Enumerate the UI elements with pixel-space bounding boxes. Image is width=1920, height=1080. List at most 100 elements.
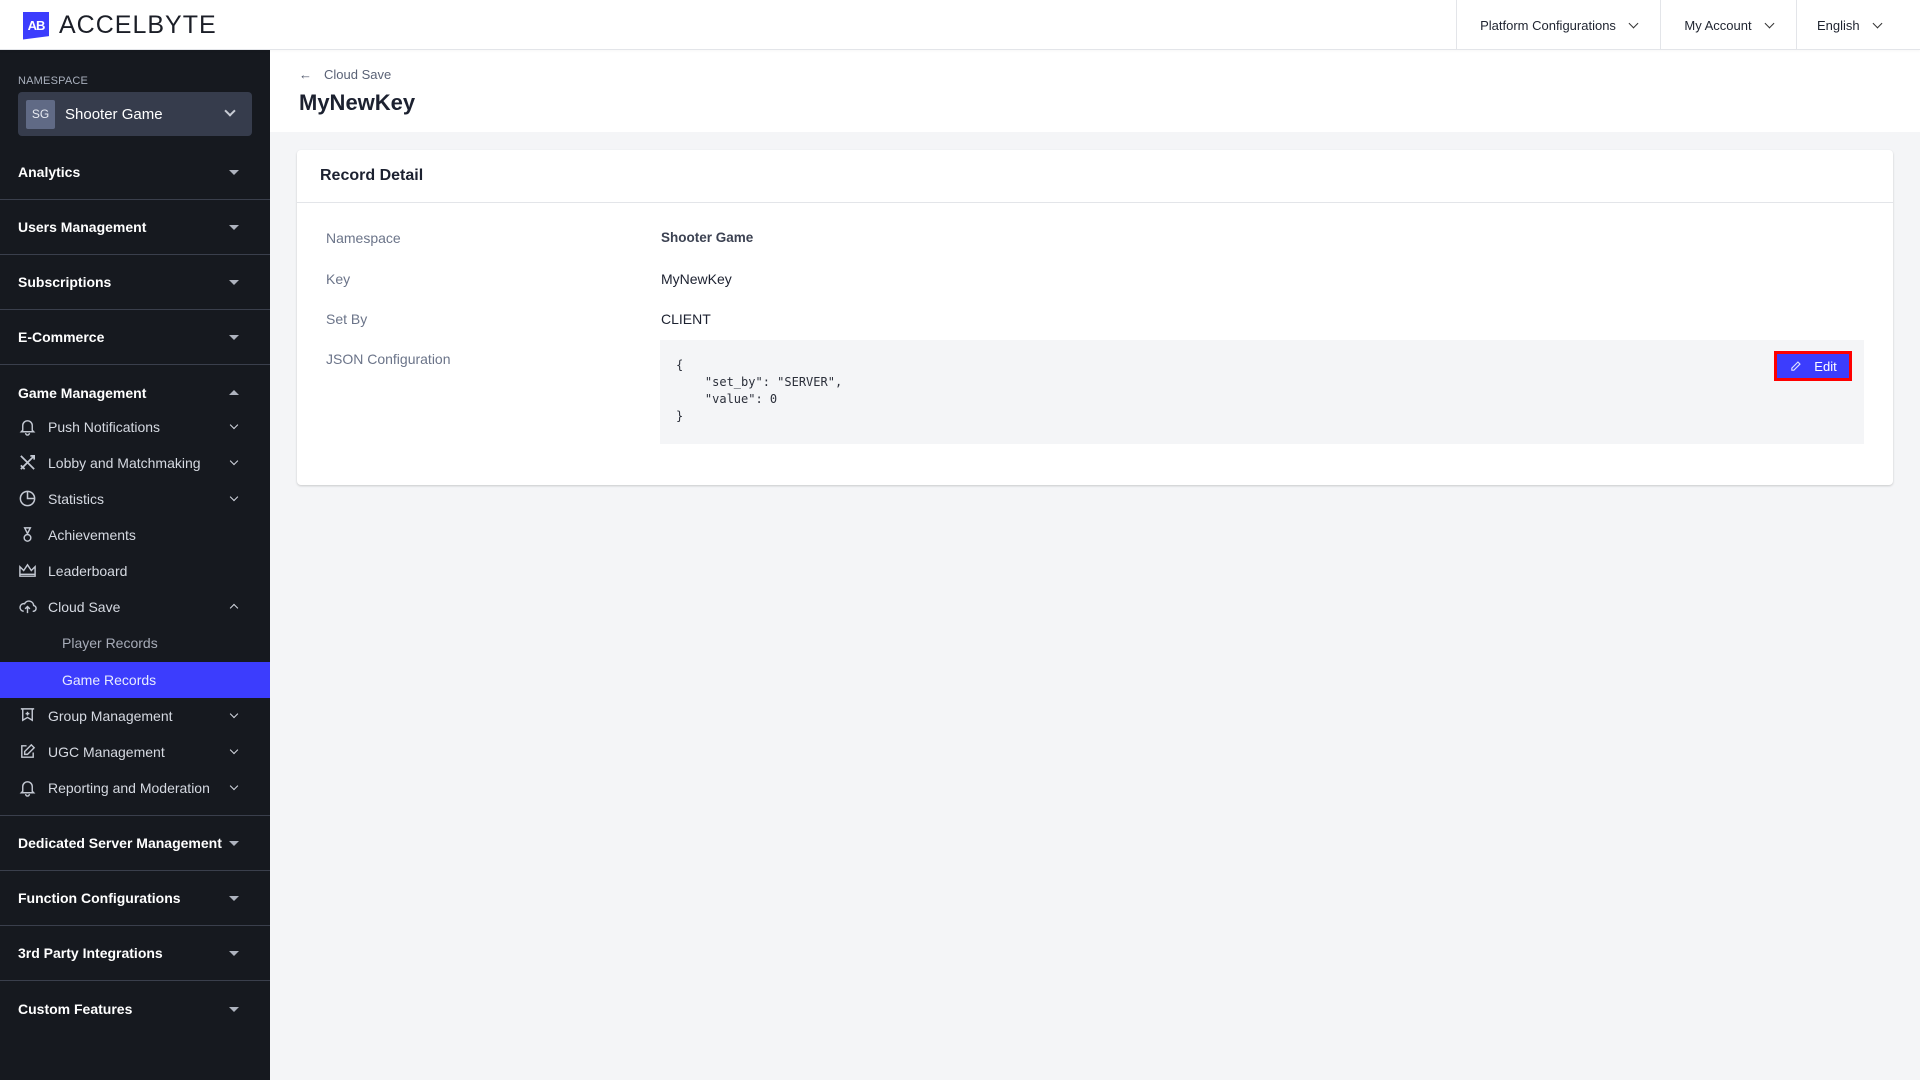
sidebar-item-leaderboard[interactable]: Leaderboard [0, 553, 270, 589]
sidebar-section-custom-features[interactable]: Custom Features [0, 981, 270, 1036]
namespace-name: Shooter Game [65, 105, 163, 123]
sidebar-section-analytics[interactable]: Analytics [0, 145, 270, 200]
sidebar-section-dedicated-server-management[interactable]: Dedicated Server Management [0, 816, 270, 871]
pie-chart-icon [18, 489, 37, 508]
accelbyte-logo[interactable]: AB ACCELBYTE [23, 11, 217, 40]
language-label: English [1817, 17, 1860, 33]
section-label: 3rd Party Integrations [18, 945, 163, 961]
my-account-menu[interactable]: My Account [1660, 0, 1796, 50]
item-label: Player Records [62, 635, 158, 651]
arrow-left-icon: ← [299, 67, 312, 82]
section-label: Dedicated Server Management [18, 835, 222, 851]
item-label: UGC Management [48, 744, 165, 760]
chevron-up-icon [229, 603, 239, 613]
medal-icon [18, 525, 37, 544]
chevron-down-icon [229, 709, 239, 719]
json-configuration-label: JSON Configuration [326, 351, 451, 367]
section-label: Game Management [18, 384, 147, 401]
namespace-label: NAMESPACE [18, 75, 89, 87]
sidebar-section-users-management[interactable]: Users Management [0, 200, 270, 255]
back-link[interactable]: ← Cloud Save [299, 67, 391, 82]
chevron-down-icon [224, 105, 236, 117]
caret-down-icon [229, 841, 239, 846]
chevron-down-icon [1764, 18, 1775, 28]
sidebar-item-player-records[interactable]: Player Records [0, 625, 270, 661]
bell-icon [18, 417, 37, 436]
page-header: ← Cloud Save MyNewKey [270, 50, 1920, 132]
pencil-icon [1791, 360, 1802, 371]
card-title: Record Detail [320, 167, 424, 184]
platform-configurations-menu[interactable]: Platform Configurations [1456, 0, 1660, 50]
edit-square-icon [18, 742, 37, 761]
edit-button[interactable]: Edit [1774, 351, 1852, 381]
sidebar-section-game-management: Game Management Push Notifications Lobby… [0, 365, 270, 816]
caret-up-icon [229, 389, 239, 395]
chevron-down-icon [229, 420, 239, 430]
caret-down-icon [229, 951, 239, 956]
caret-down-icon [229, 896, 239, 901]
sidebar-section-3rd-party-integrations[interactable]: 3rd Party Integrations [0, 926, 270, 981]
item-label: Cloud Save [48, 599, 121, 615]
sidebar-section-subscriptions[interactable]: Subscriptions [0, 255, 270, 310]
my-account-label: My Account [1684, 17, 1752, 33]
section-label: Subscriptions [18, 274, 112, 290]
sidebar-item-reporting-and-moderation[interactable]: Reporting and Moderation [0, 770, 270, 806]
sidebar-section-e-commerce[interactable]: E-Commerce [0, 310, 270, 365]
section-label: Analytics [18, 164, 81, 180]
sidebar-item-lobby-and-matchmaking[interactable]: Lobby and Matchmaking [0, 445, 270, 481]
top-header: AB ACCELBYTE Platform Configurations My … [0, 0, 1920, 50]
item-label: Statistics [48, 491, 105, 507]
sidebar-section-function-configurations[interactable]: Function Configurations [0, 871, 270, 926]
item-label: Push Notifications [48, 419, 161, 435]
namespace-badge: SG [26, 99, 55, 129]
chevron-down-icon [229, 781, 239, 791]
chevron-down-icon [229, 745, 239, 755]
item-label: Lobby and Matchmaking [48, 455, 201, 471]
set-by-field-value: CLIENT [661, 311, 711, 327]
logo-mark-icon: AB [23, 11, 49, 40]
item-label: Leaderboard [48, 563, 128, 579]
key-field-label: Key [326, 271, 351, 287]
sidebar-item-achievements[interactable]: Achievements [0, 517, 270, 553]
item-label: Group Management [48, 708, 173, 724]
namespace-select[interactable]: SG Shooter Game [18, 92, 252, 136]
json-configuration-block: { "set_by": "SERVER", "value": 0 } Edit [660, 340, 1864, 444]
cloud-upload-icon [18, 597, 37, 616]
item-label: Reporting and Moderation [48, 780, 210, 796]
section-label: Custom Features [18, 1000, 133, 1017]
chevron-down-icon [229, 456, 239, 466]
sidebar-item-push-notifications[interactable]: Push Notifications [0, 409, 270, 445]
crown-icon [18, 561, 37, 580]
page-title: MyNewKey [299, 90, 416, 115]
caret-down-icon [229, 170, 239, 175]
bell-icon [18, 778, 37, 797]
caret-down-icon [229, 225, 239, 230]
caret-down-icon [229, 280, 239, 285]
chevron-down-icon [1628, 18, 1639, 28]
platform-configurations-label: Platform Configurations [1480, 17, 1616, 33]
language-menu[interactable]: English [1796, 0, 1920, 50]
namespace-field-value: Shooter Game [661, 230, 754, 245]
sidebar-item-cloud-save[interactable]: Cloud Save [0, 589, 270, 625]
sidebar-item-group-management[interactable]: Group Management [0, 698, 270, 734]
record-detail-card: Record Detail Namespace Shooter Game Key… [297, 150, 1893, 485]
sidebar-item-game-records[interactable]: Game Records [0, 662, 270, 698]
top-nav: Platform Configurations My Account Engli… [1456, 0, 1920, 50]
set-by-field-label: Set By [326, 311, 368, 327]
chevron-down-icon [1872, 18, 1883, 28]
sidebar: NAMESPACE SG Shooter Game Analytics User… [0, 50, 270, 1080]
chevron-down-icon [229, 492, 239, 502]
key-field-value: MyNewKey [661, 271, 732, 287]
back-link-label: Cloud Save [324, 67, 392, 82]
crossed-swords-icon [18, 453, 37, 472]
card-header: Record Detail [297, 150, 1893, 203]
sidebar-item-statistics[interactable]: Statistics [0, 481, 270, 517]
sidebar-item-ugc-management[interactable]: UGC Management [0, 734, 270, 770]
namespace-field-label: Namespace [326, 230, 401, 246]
json-configuration-code: { "set_by": "SERVER", "value": 0 } [676, 358, 843, 423]
caret-down-icon [229, 335, 239, 340]
section-label: Users Management [18, 219, 147, 235]
item-label: Achievements [48, 527, 136, 543]
brand-name: ACCELBYTE [59, 11, 217, 39]
edit-button-label: Edit [1814, 358, 1837, 374]
